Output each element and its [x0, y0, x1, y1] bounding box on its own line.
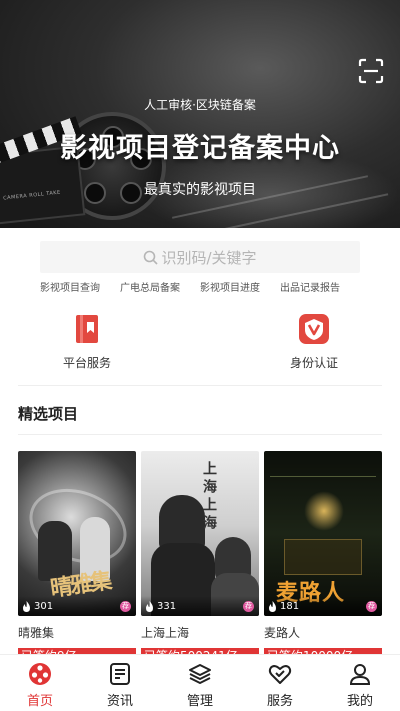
heart-hands-icon	[267, 661, 293, 687]
quick-links: 影视项目查询 广电总局备案 影视项目进度 出品记录报告	[0, 279, 400, 294]
search-input[interactable]: 识别码/关键字	[40, 241, 360, 273]
project-name: 上海上海	[141, 626, 190, 640]
view-count: 301	[22, 601, 53, 612]
film-reel-icon	[27, 661, 53, 687]
tab-mine[interactable]: 我的	[320, 661, 400, 709]
identity-verify-button[interactable]: 身份认证	[264, 313, 364, 371]
project-name: 晴雅集	[18, 626, 55, 640]
fire-icon	[146, 601, 153, 612]
project-poster: 晴雅集 301 荐	[18, 451, 136, 616]
document-icon	[107, 661, 133, 687]
project-card[interactable]: 麦路人 181 荐 麦路人	[264, 451, 382, 641]
tab-label: 管理	[186, 694, 213, 709]
fire-icon	[23, 601, 30, 612]
user-icon	[347, 661, 373, 687]
app-screen: CAMERA ROLL TAKE 人工审核·区块链备案 影视项目登记备案中心 最…	[0, 0, 400, 711]
tab-manage[interactable]: 管理	[160, 661, 240, 709]
poster-title: 上海上海	[201, 461, 217, 533]
platform-service-button[interactable]: 平台服务	[37, 313, 137, 371]
layers-icon	[187, 661, 213, 687]
recommend-badge: 荐	[120, 601, 131, 612]
project-card[interactable]: 晴雅集 301 荐 晴雅集	[18, 451, 136, 641]
search-icon	[144, 250, 159, 265]
tab-news[interactable]: 资讯	[80, 661, 160, 709]
tab-label: 资讯	[106, 694, 133, 709]
v-badge-icon	[298, 313, 330, 345]
recommend-badge: 荐	[366, 601, 377, 612]
project-card[interactable]: 上海上海 331 荐 上海上海	[141, 451, 259, 641]
divider	[18, 434, 382, 435]
tab-service[interactable]: 服务	[240, 661, 320, 709]
recommend-badge: 荐	[243, 601, 254, 612]
hero-tagline: 人工审核·区块链备案	[144, 98, 256, 112]
platform-service-label: 平台服务	[62, 356, 111, 370]
tab-label: 我的	[346, 694, 373, 709]
bottom-tab-bar: 首页 资讯 管理 服务 我的	[0, 654, 400, 711]
tab-home[interactable]: 首页	[0, 661, 80, 709]
quick-link-production-report[interactable]: 出品记录报告	[280, 279, 340, 294]
hero-banner: CAMERA ROLL TAKE 人工审核·区块链备案 影视项目登记备案中心 最…	[0, 0, 400, 228]
search-placeholder: 识别码/关键字	[161, 248, 257, 267]
section-title: 精选项目	[18, 405, 79, 423]
project-poster: 上海上海 331 荐	[141, 451, 259, 616]
tab-label: 服务	[266, 694, 293, 709]
view-count: 181	[268, 601, 299, 612]
hero-title: 影视项目登记备案中心	[60, 133, 340, 164]
hero-slogan: 最真实的影视项目	[144, 182, 256, 198]
scan-icon	[358, 58, 384, 84]
quick-link-project-progress[interactable]: 影视项目进度	[200, 279, 260, 294]
project-name: 麦路人	[264, 626, 301, 640]
divider	[18, 385, 382, 386]
tab-label: 首页	[26, 694, 53, 709]
quick-link-sarft-filing[interactable]: 广电总局备案	[120, 279, 180, 294]
book-icon	[71, 313, 103, 345]
quick-link-project-query[interactable]: 影视项目查询	[40, 279, 100, 294]
project-poster: 麦路人 181 荐	[264, 451, 382, 616]
identity-verify-label: 身份认证	[289, 356, 338, 370]
fire-icon	[269, 601, 276, 612]
view-count: 331	[145, 601, 176, 612]
scan-button[interactable]	[358, 58, 384, 84]
